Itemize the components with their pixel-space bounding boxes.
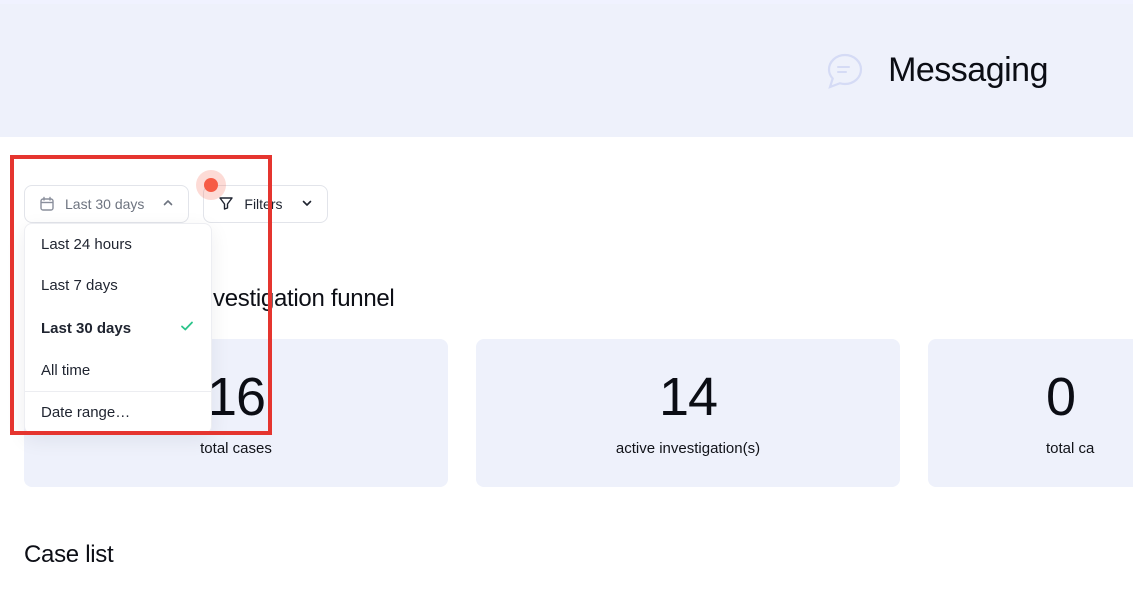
card-label: active investigation(s) (616, 440, 760, 457)
chevron-up-icon (162, 196, 174, 212)
messaging-icon (824, 50, 866, 92)
date-option-label: Date range… (41, 404, 130, 421)
funnel-section-title: nvestigation funnel (200, 285, 1133, 313)
date-option-label: All time (41, 362, 90, 379)
date-range-label: Last 30 days (65, 196, 144, 212)
case-list-title: Case list (24, 541, 1133, 569)
check-icon (179, 318, 195, 338)
filters-dropdown[interactable]: Filters (203, 185, 327, 223)
date-option-30d[interactable]: Last 30 days (25, 306, 211, 350)
funnel-card-third: 0 total ca (928, 339, 1133, 487)
date-range-menu: Last 24 hours Last 7 days Last 30 days A… (24, 223, 212, 434)
date-option-label: Last 30 days (41, 320, 131, 337)
date-option-alltime[interactable]: All time (25, 350, 211, 391)
filters-label: Filters (244, 196, 282, 212)
card-label: total cases (200, 440, 272, 457)
date-option-label: Last 24 hours (41, 236, 132, 253)
card-value: 16 (207, 370, 265, 424)
date-option-24h[interactable]: Last 24 hours (25, 224, 211, 265)
card-value: 0 (1046, 370, 1075, 424)
card-label: total ca (1046, 440, 1094, 457)
page-header: Messaging (0, 4, 1133, 137)
date-option-custom[interactable]: Date range… (25, 392, 211, 433)
card-value: 14 (659, 370, 717, 424)
controls-row: Last 30 days Filters Last 24 hours Last … (0, 137, 1133, 223)
page-title: Messaging (888, 51, 1048, 90)
date-option-7d[interactable]: Last 7 days (25, 265, 211, 306)
filter-icon (218, 195, 234, 214)
date-option-label: Last 7 days (41, 277, 118, 294)
calendar-icon (39, 196, 55, 212)
date-range-dropdown[interactable]: Last 30 days (24, 185, 189, 223)
chevron-down-icon (301, 196, 313, 212)
funnel-card-active-investigations: 14 active investigation(s) (476, 339, 900, 487)
